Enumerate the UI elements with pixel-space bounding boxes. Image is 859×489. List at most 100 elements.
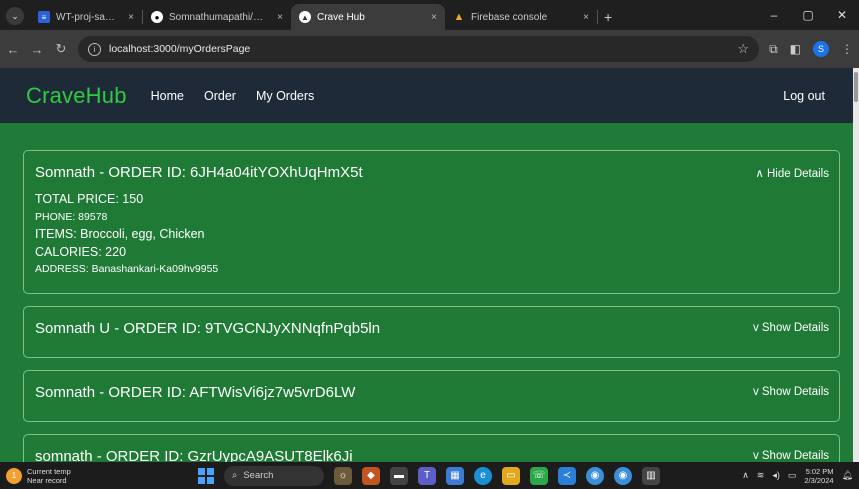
order-title: Somnath - ORDER ID: 6JH4a04itYOXhUqHmX5t <box>35 164 363 181</box>
weather-alert-icon: 1 <box>6 467 22 484</box>
page-scrollbar[interactable] <box>853 68 859 462</box>
wifi-icon[interactable]: ≋ <box>757 470 765 481</box>
widgets-icon[interactable]: ☼ <box>334 466 352 485</box>
clock[interactable]: 5:02 PM 2/3/2024 <box>804 467 833 485</box>
order-phone: PHONE: 89578 <box>35 210 108 223</box>
url-text[interactable]: localhost:3000/myOrdersPage <box>109 43 729 55</box>
order-card: somnath - ORDER ID: GzrUypcA9ASUT8Elk6Ji… <box>23 433 840 463</box>
volume-icon[interactable]: ◂) <box>772 470 780 481</box>
tab-cravehub[interactable]: ▲ Crave Hub × <box>291 4 445 30</box>
notification-bell-icon[interactable]: 🔔︎ <box>842 470 853 481</box>
word-doc-icon: ≡ <box>38 11 50 23</box>
order-calories: CALORIES: 220 <box>35 244 127 259</box>
clock-date: 2/3/2024 <box>804 475 834 485</box>
order-header: somnath - ORDER ID: GzrUypcA9ASUT8Elk6Ji… <box>35 435 829 463</box>
page-viewport: CraveHub Home Order My Orders Log out So… <box>0 68 853 462</box>
nav-home[interactable]: Home <box>151 89 184 103</box>
weather-title: Current temp <box>27 466 71 476</box>
taskbar-apps: ⌕ Search ☼ ◆ ▬ T ▦ e ▭ ☏ ≺ ◉ ◉ ▥ <box>198 465 660 486</box>
app-navbar: CraveHub Home Order My Orders Log out <box>0 68 853 123</box>
order-card: Somnath U - ORDER ID: 9TVGCNJyXNNqfnPqb5… <box>23 305 840 358</box>
battery-icon[interactable]: ▭ <box>788 470 797 481</box>
new-tab-button[interactable]: + <box>598 9 620 30</box>
tab-title: Firebase console <box>471 11 548 23</box>
scrollbar-thumb[interactable] <box>854 72 858 102</box>
weather-text: Current temp Near record <box>27 467 71 485</box>
taskbar-search[interactable]: ⌕ Search <box>224 465 324 486</box>
order-items: ITEMS: Broccoli, egg, Chicken <box>35 227 205 241</box>
order-card: Somnath - ORDER ID: 6JH4a04itYOXhUqHmX5t… <box>23 150 840 294</box>
order-title: Somnath U - ORDER ID: 9TVGCNJyXNNqfnPqb5… <box>35 319 381 337</box>
chrome-icon[interactable]: ◉ <box>586 466 604 485</box>
close-tab-icon[interactable]: × <box>128 12 134 23</box>
folder-icon[interactable]: ▭ <box>502 466 520 485</box>
hide-details-button[interactable]: ∧ Hide Details <box>755 166 829 180</box>
reader-icon[interactable]: ▥ <box>642 466 660 485</box>
tab-github[interactable]: ● Somnathumapathi/CraveHub × <box>143 4 291 30</box>
bookmark-star-icon[interactable]: ☆ <box>737 41 749 57</box>
site-info-icon[interactable]: i <box>88 42 101 56</box>
side-panel-icon[interactable]: ◧ <box>790 42 801 56</box>
maximize-icon[interactable]: ▢ <box>791 0 825 30</box>
tab-firebase[interactable]: ▲ Firebase console × <box>445 4 597 30</box>
show-details-button[interactable]: v Show Details <box>753 322 829 334</box>
tab-word-doc[interactable]: ≡ WT-proj-sample-report.docx - × <box>30 4 142 30</box>
clock-time: 5:02 PM <box>805 466 834 476</box>
order-title: somnath - ORDER ID: GzrUypcA9ASUT8Elk6Ji <box>35 447 353 463</box>
weather-widget[interactable]: 1 Current temp Near record <box>6 467 186 485</box>
order-header: Somnath - ORDER ID: AFTWisVi6jz7w5vrD6LW… <box>35 371 829 414</box>
chrome-profile-icon[interactable]: ◉ <box>614 466 632 485</box>
order-header: Somnath U - ORDER ID: 9TVGCNJyXNNqfnPqb5… <box>35 307 829 350</box>
close-window-icon[interactable]: ✕ <box>825 0 859 30</box>
windows-taskbar: 1 Current temp Near record ⌕ Search ☼ ◆ … <box>0 462 859 489</box>
orders-list: Somnath - ORDER ID: 6JH4a04itYOXhUqHmX5t… <box>0 123 853 462</box>
nav-my-orders[interactable]: My Orders <box>256 89 314 103</box>
vscode-icon[interactable]: ≺ <box>558 466 576 485</box>
app-icon[interactable]: ◆ <box>362 466 380 485</box>
chevron-up-icon[interactable]: ∧ <box>742 470 749 481</box>
windows-start-icon[interactable] <box>198 467 214 484</box>
order-address: ADDRESS: Banashankari-Ka09hv9955 <box>35 263 219 275</box>
order-title: Somnath - ORDER ID: AFTWisVi6jz7w5vrD6LW <box>35 383 356 401</box>
profile-avatar[interactable]: S <box>813 41 829 57</box>
teams-icon[interactable]: T <box>418 466 436 485</box>
tab-search-icon[interactable]: ⌄ <box>6 7 24 25</box>
browser-toolbar: ← → ↻ i localhost:3000/myOrdersPage ☆ ⧉ … <box>0 30 859 68</box>
file-explorer-icon[interactable]: ▬ <box>390 466 408 485</box>
back-arrow-icon[interactable]: ← <box>6 42 20 57</box>
whatsapp-icon[interactable]: ☏ <box>530 466 548 485</box>
tab-title: Somnathumapathi/CraveHub <box>169 11 267 23</box>
more-menu-icon[interactable]: ⋮ <box>841 42 853 56</box>
order-details: TOTAL PRICE: 150 PHONE: 89578 ITEMS: Bro… <box>35 191 829 293</box>
close-tab-icon[interactable]: × <box>431 12 437 23</box>
close-tab-icon[interactable]: × <box>277 12 283 23</box>
extensions-icon[interactable]: ⧉ <box>769 42 778 57</box>
cravehub-favicon-icon: ▲ <box>299 11 311 23</box>
logout-link[interactable]: Log out <box>783 89 825 103</box>
show-details-button[interactable]: v Show Details <box>753 450 829 462</box>
order-card: Somnath - ORDER ID: AFTWisVi6jz7w5vrD6LW… <box>23 369 840 422</box>
nav-order[interactable]: Order <box>204 89 236 103</box>
search-icon: ⌕ <box>232 470 238 481</box>
window-controls: – ▢ ✕ <box>757 0 859 30</box>
browser-tab-strip: ⌄ ≡ WT-proj-sample-report.docx - × ● Som… <box>0 0 859 30</box>
toolbar-icons: ⧉ ◧ S ⋮ <box>769 41 853 57</box>
firebase-icon: ▲ <box>453 11 465 23</box>
calendar-icon[interactable]: ▦ <box>446 466 464 485</box>
search-placeholder: Search <box>243 470 274 481</box>
tab-title: WT-proj-sample-report.docx - <box>56 11 119 23</box>
order-header: Somnath - ORDER ID: 6JH4a04itYOXhUqHmX5t… <box>35 151 829 194</box>
minimize-icon[interactable]: – <box>757 0 791 30</box>
forward-arrow-icon[interactable]: → <box>30 42 44 57</box>
reload-icon[interactable]: ↻ <box>54 41 68 57</box>
order-total-price: TOTAL PRICE: 150 <box>35 192 144 206</box>
edge-icon[interactable]: e <box>474 466 492 485</box>
brand-logo[interactable]: CraveHub <box>26 83 127 109</box>
close-tab-icon[interactable]: × <box>583 12 589 23</box>
weather-subtitle: Near record <box>27 475 67 485</box>
system-tray: ∧ ≋ ◂) ▭ 5:02 PM 2/3/2024 🔔︎ <box>742 467 853 485</box>
tab-title: Crave Hub <box>317 11 365 23</box>
github-icon: ● <box>151 11 163 23</box>
address-bar[interactable]: i localhost:3000/myOrdersPage ☆ <box>78 36 760 62</box>
show-details-button[interactable]: v Show Details <box>753 386 829 398</box>
